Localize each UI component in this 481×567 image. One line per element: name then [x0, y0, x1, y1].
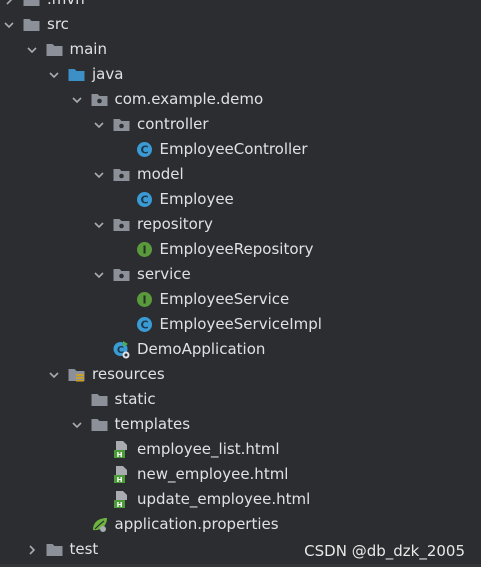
tree-item[interactable]: Hnew_employee.html: [0, 462, 481, 487]
chevron-down-icon[interactable]: [91, 262, 107, 287]
package-icon: [112, 265, 131, 284]
tree-item[interactable]: application.properties: [0, 512, 481, 537]
tree-item-label: src: [47, 15, 69, 33]
tree-item-label: static: [114, 390, 156, 408]
svg-text:I: I: [142, 244, 146, 257]
chevron-down-icon[interactable]: [1, 12, 17, 37]
svg-text:C: C: [140, 144, 148, 157]
tree-item-label: com.example.demo: [114, 90, 264, 108]
tree-item-label: Employee: [159, 190, 234, 208]
tree-item[interactable]: main: [0, 37, 481, 62]
svg-text:C: C: [140, 194, 148, 207]
source-folder-icon: [67, 65, 86, 84]
package-icon: [112, 165, 131, 184]
tree-item[interactable]: static: [0, 387, 481, 412]
tree-item-label: .mvn: [47, 0, 85, 12]
tree-item[interactable]: .mvn: [0, 0, 481, 12]
tree-item[interactable]: com.example.demo: [0, 87, 481, 112]
html-file-icon: H: [112, 465, 131, 484]
chevron-right-icon[interactable]: [1, 0, 17, 12]
tree-item-label: repository: [137, 215, 213, 233]
tree-item-label: java: [92, 65, 124, 83]
chevron-right-icon[interactable]: [24, 537, 40, 562]
chevron-down-icon[interactable]: [69, 412, 85, 437]
interface-icon: I: [135, 290, 154, 309]
chevron-down-icon[interactable]: [24, 37, 40, 62]
tree-item-label: EmployeeRepository: [159, 240, 314, 258]
chevron-down-icon[interactable]: [69, 87, 85, 112]
chevron-down-icon[interactable]: [46, 362, 62, 387]
html-file-icon: H: [112, 440, 131, 459]
tree-item-label: application.properties: [114, 515, 279, 533]
folder-icon: [45, 540, 64, 559]
folder-icon: [90, 415, 109, 434]
tree-item-label: resources: [92, 365, 165, 383]
tree-item[interactable]: templates: [0, 412, 481, 437]
watermark: CSDN @db_dzk_2005: [304, 542, 465, 560]
tree-item-label: DemoApplication: [137, 340, 266, 358]
resources-folder-icon: [67, 365, 86, 384]
tree-item-label: EmployeeController: [159, 140, 308, 158]
package-icon: [112, 115, 131, 134]
tree-item-label: templates: [114, 415, 191, 433]
package-icon: [90, 90, 109, 109]
tree-item[interactable]: C EmployeeServiceImpl: [0, 312, 481, 337]
folder-icon: [22, 15, 41, 34]
svg-text:I: I: [142, 294, 146, 307]
tree-item[interactable]: Hemployee_list.html: [0, 437, 481, 462]
svg-text:H: H: [117, 501, 123, 509]
spring-properties-icon: [90, 515, 109, 534]
tree-item[interactable]: I EmployeeRepository: [0, 237, 481, 262]
tree-item[interactable]: I EmployeeService: [0, 287, 481, 312]
class-icon: C: [135, 140, 154, 159]
chevron-down-icon[interactable]: [91, 112, 107, 137]
html-file-icon: H: [112, 490, 131, 509]
tree-item[interactable]: C DemoApplication: [0, 337, 481, 362]
tree-item-label: update_employee.html: [137, 490, 311, 508]
interface-icon: I: [135, 240, 154, 259]
svg-text:H: H: [117, 451, 123, 459]
tree-item[interactable]: model: [0, 162, 481, 187]
tree-item-label: EmployeeServiceImpl: [159, 315, 322, 333]
tree-item-label: EmployeeService: [159, 290, 290, 308]
tree-item-label: test: [69, 540, 99, 558]
tree-item[interactable]: resources: [0, 362, 481, 387]
svg-text:C: C: [140, 319, 148, 332]
class-icon: C: [135, 190, 154, 209]
project-tree: .mvn srcmain java com.example.demo controlle…: [0, 0, 481, 567]
tree-item[interactable]: src: [0, 12, 481, 37]
package-icon: [112, 215, 131, 234]
tree-item[interactable]: java: [0, 62, 481, 87]
spring-boot-class-icon: C: [112, 340, 131, 359]
svg-text:H: H: [117, 476, 123, 484]
tree-item-label: model: [137, 165, 184, 183]
chevron-down-icon[interactable]: [91, 212, 107, 237]
tree-item[interactable]: C Employee: [0, 187, 481, 212]
folder-icon: [90, 390, 109, 409]
chevron-down-icon[interactable]: [46, 62, 62, 87]
tree-item-label: service: [137, 265, 191, 283]
tree-item[interactable]: service: [0, 262, 481, 287]
folder-icon: [45, 40, 64, 59]
tree-item-label: main: [69, 40, 107, 58]
folder-icon: [22, 0, 41, 9]
tree-item-label: new_employee.html: [137, 465, 289, 483]
class-icon: C: [135, 315, 154, 334]
tree-item[interactable]: controller: [0, 112, 481, 137]
tree-item-label: controller: [137, 115, 209, 133]
chevron-down-icon[interactable]: [91, 162, 107, 187]
tree-item[interactable]: repository: [0, 212, 481, 237]
tree-item-label: employee_list.html: [137, 440, 280, 458]
tree-item[interactable]: C EmployeeController: [0, 137, 481, 162]
tree-item[interactable]: Hupdate_employee.html: [0, 487, 481, 512]
